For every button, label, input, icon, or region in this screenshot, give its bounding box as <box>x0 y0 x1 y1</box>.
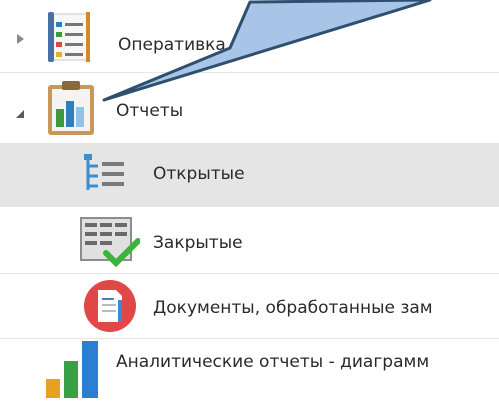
tree-item-zakrytye[interactable]: Закрытые <box>0 207 499 274</box>
tree-item-analiticheskie-otchety[interactable]: Аналитические отчеты - диаграмм <box>0 339 499 398</box>
tree-item-label: Оперативка <box>118 35 226 55</box>
tree-item-label: Закрытые <box>153 233 243 253</box>
tree-item-dokumenty[interactable]: Документы, обработанные зам <box>0 274 499 339</box>
open-reports-icon <box>82 152 128 200</box>
bar-chart-icon <box>40 339 104 402</box>
tree-item-label: Документы, обработанные зам <box>153 298 433 318</box>
closed-reports-checkmark-icon <box>80 215 141 271</box>
task-list-icon <box>42 8 98 70</box>
clipboard-chart-icon <box>44 79 100 141</box>
tree-item-label: Аналитические отчеты - диаграмм <box>116 352 430 372</box>
expand-arrow-icon[interactable] <box>16 30 26 49</box>
tree-item-label: Открытые <box>153 164 245 184</box>
tree-item-otchety[interactable]: Отчеты <box>0 73 499 144</box>
tree-item-otkrytye[interactable]: Открытые <box>0 144 499 207</box>
tree-item-operativka[interactable]: Оперативка <box>0 0 499 73</box>
document-red-circle-icon <box>82 278 140 340</box>
collapse-arrow-icon[interactable] <box>14 105 26 124</box>
tree-item-label: Отчеты <box>116 101 184 121</box>
